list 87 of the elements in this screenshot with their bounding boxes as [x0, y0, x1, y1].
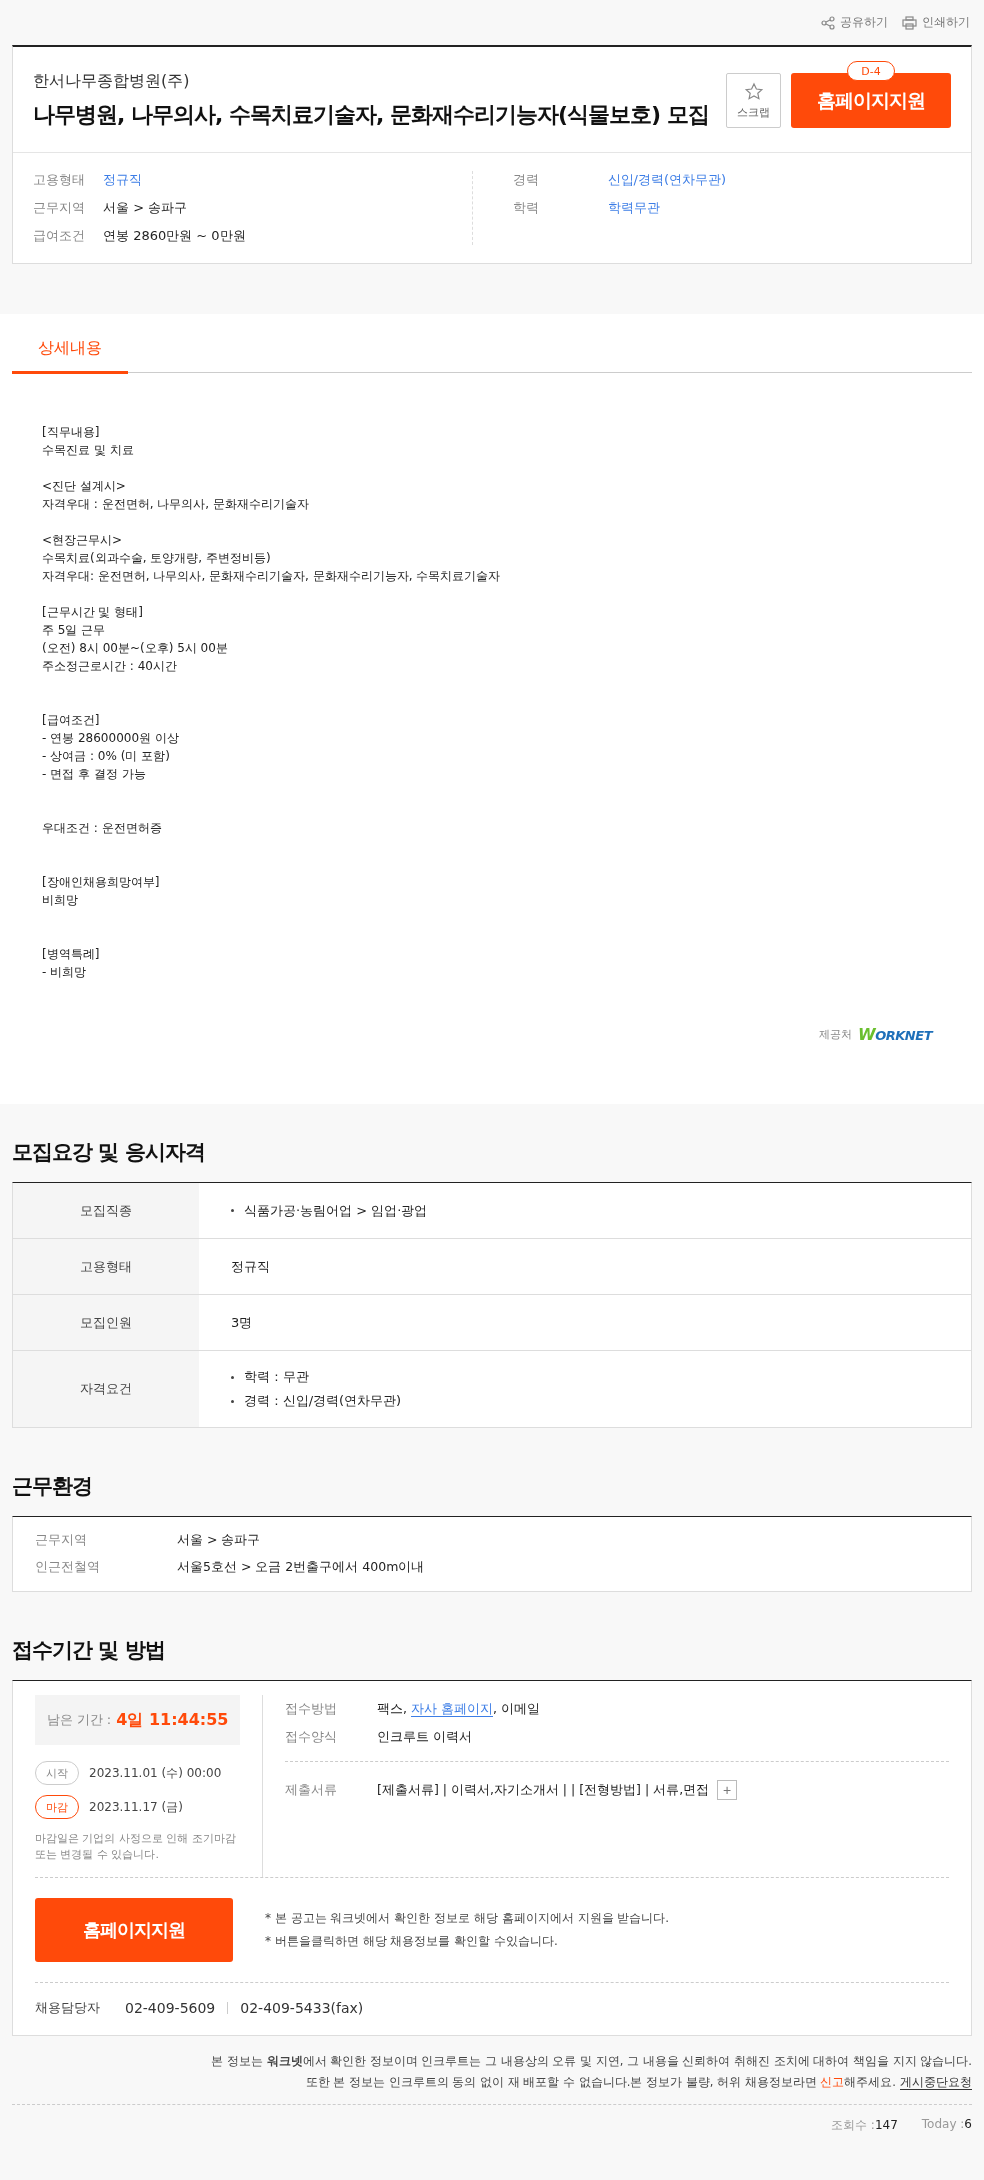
info-value: [제출서류] | 이력서,자기소개서 | | [전형방법] | 서류,면접	[377, 1781, 710, 1799]
table-header-cell: 자격요건	[13, 1351, 199, 1427]
detail-text: 주 5일 근무	[42, 622, 107, 639]
detail-text: (오전) 8시 00분~(오후) 5시 00분	[42, 640, 229, 657]
method-text: 팩스,	[377, 1700, 408, 1716]
star-icon	[743, 81, 764, 102]
expand-button[interactable]: +	[717, 1780, 738, 1800]
apply-note: * 본 공고는 워크넷에서 확인한 정보로 해당 홈페이지에서 지원을 받습니다.	[265, 1910, 670, 1927]
job-title: 나무병원, 나무의사, 수목치료기술자, 문화재수리기능자(식물보호) 모집	[33, 101, 709, 129]
detail-text: 자격우대: 운전면허, 나무의사, 문화재수리기술자, 문화재수리기능자, 수목치료기술자	[42, 568, 502, 585]
bullet-icon	[231, 1209, 234, 1212]
info-label: 근무지역	[35, 1532, 88, 1549]
detail-text: - 비희망	[42, 964, 88, 981]
summary-label: 경력	[512, 171, 540, 189]
detail-text: 주소정근로시간 : 40시간	[42, 658, 178, 675]
info-label: 인근전철역	[35, 1559, 101, 1576]
info-value: 서울5호선 > 오금 2번출구에서 400m이내	[177, 1559, 425, 1576]
disclaimer-text: 본 정보는 워크넷에서 확인한 정보이며 인크루트는 그 내용상의 오류 및 지연, 그 내용을 신뢰하여 취해진 조치에 대하여 책임을 지지 않습니다.	[211, 2054, 972, 2069]
detail-text: - 연봉 28600000원 이상	[42, 730, 180, 747]
phone-number: 02-409-5609	[125, 2000, 216, 2016]
table-header-cell: 고용형태	[13, 1239, 199, 1294]
provider-label: 제공처	[819, 1027, 853, 1042]
remaining-label: 남은 기간 :	[46, 1711, 112, 1729]
disclaimer-text: 또한 본 정보는 인크루트의 동의 없이 재 배포할 수 없습니다.본 정보가 불량, 허위 채용정보라면 신고해주세요. 게시중단요청	[305, 2075, 972, 2090]
deadline-note: 마감일은 기업의 사정으로 인해 조기마감 또는 변경될 수 있습니다.	[35, 1831, 237, 1863]
table-cell-text: 경력 : 신입/경력(연차무관)	[244, 1392, 402, 1410]
info-label: 접수양식	[285, 1728, 338, 1746]
phone-number: 02-409-5433(fax)	[240, 2000, 364, 2016]
detail-text: - 면접 후 결정 가능	[42, 766, 147, 783]
table-cell-text: 학력 : 무관	[244, 1368, 309, 1386]
contact-label: 채용담당자	[35, 1999, 101, 2017]
date-text: 2023.11.17 (금)	[89, 1798, 183, 1816]
company-name: 한서나무종합병원(주)	[33, 71, 191, 92]
takedown-request-link[interactable]: 게시중단요청	[900, 2075, 972, 2090]
homepage-link[interactable]: 자사 홈페이지	[410, 1700, 493, 1717]
remaining-time: 4일 11:44:55	[116, 1709, 229, 1731]
table-cell-text: 정규직	[231, 1257, 270, 1276]
detail-text: 수목치료(외과수술, 토양개량, 주변정비등)	[42, 550, 272, 567]
section-title: 모집요강 및 응시자격	[12, 1139, 206, 1166]
detail-text: [근무시간 및 형태]	[42, 604, 144, 621]
detail-text: - 상여금 : 0% (미 포함)	[42, 748, 171, 765]
bullet-icon	[231, 1375, 234, 1379]
info-value: 서울 > 송파구	[177, 1532, 261, 1549]
summary-link[interactable]: 학력무관	[607, 199, 660, 217]
table-header-cell: 모집직종	[13, 1183, 199, 1238]
printer-icon	[902, 15, 917, 30]
summary-link[interactable]: 정규직	[103, 171, 142, 189]
detail-text: [직무내용]	[42, 424, 101, 441]
table-cell-text: 3명	[231, 1313, 253, 1332]
detail-text: <현장근무시>	[42, 532, 124, 549]
share-icon	[821, 15, 835, 30]
worknet-logo: WORKNET	[858, 1025, 932, 1044]
summary-label: 고용형태	[33, 171, 86, 189]
section-title: 근무환경	[12, 1473, 93, 1500]
detail-text: <진단 설계시>	[42, 478, 127, 495]
summary-link[interactable]: 신입/경력(연차무관)	[607, 171, 727, 189]
detail-text: 우대조건 : 운전면허증	[42, 820, 163, 837]
info-label: 제출서류	[285, 1781, 338, 1799]
apply-note: * 버튼을클릭하면 해당 채용정보를 확인할 수있습니다.	[265, 1933, 559, 1950]
homepage-apply-button[interactable]: 홈페이지지원	[35, 1898, 233, 1962]
section-title: 접수기간 및 방법	[12, 1637, 166, 1664]
bullet-icon	[231, 1399, 234, 1403]
scrap-button[interactable]: 스크랩	[726, 73, 781, 128]
info-value: 인크루트 이력서	[377, 1728, 472, 1746]
summary-value: 서울 > 송파구	[103, 199, 188, 217]
method-text: , 이메일	[492, 1700, 540, 1716]
d-day-badge: D-4	[847, 61, 895, 81]
detail-text: 비희망	[42, 892, 79, 909]
summary-value: 연봉 2860만원 ~ 0만원	[103, 227, 246, 245]
detail-text: 자격우대 : 운전면허, 나무의사, 문화재수리기술자	[42, 496, 310, 513]
summary-label: 근무지역	[33, 199, 86, 217]
table-cell-text: 식품가공·농림어업 > 임업·광업	[244, 1201, 428, 1220]
detail-text: [급여조건]	[42, 712, 101, 729]
summary-label: 급여조건	[33, 227, 86, 245]
detail-tab[interactable]: 상세내용	[12, 328, 128, 374]
table-header-cell: 모집인원	[13, 1295, 199, 1350]
date-text: 2023.11.01 (수) 00:00	[89, 1764, 222, 1782]
summary-label: 학력	[512, 199, 540, 217]
info-label: 접수방법	[285, 1700, 338, 1718]
print-link[interactable]: 인쇄하기	[902, 14, 970, 31]
share-link[interactable]: 공유하기	[821, 14, 888, 31]
detail-text: [병역특례]	[42, 946, 101, 963]
report-link[interactable]: 신고	[820, 2075, 845, 2089]
view-count: Today :6	[921, 2117, 972, 2133]
detail-text: 수목진료 및 치료	[42, 442, 135, 459]
detail-text: [장애인채용희망여부]	[42, 874, 161, 891]
view-count: 조회수 :147	[831, 2117, 898, 2134]
